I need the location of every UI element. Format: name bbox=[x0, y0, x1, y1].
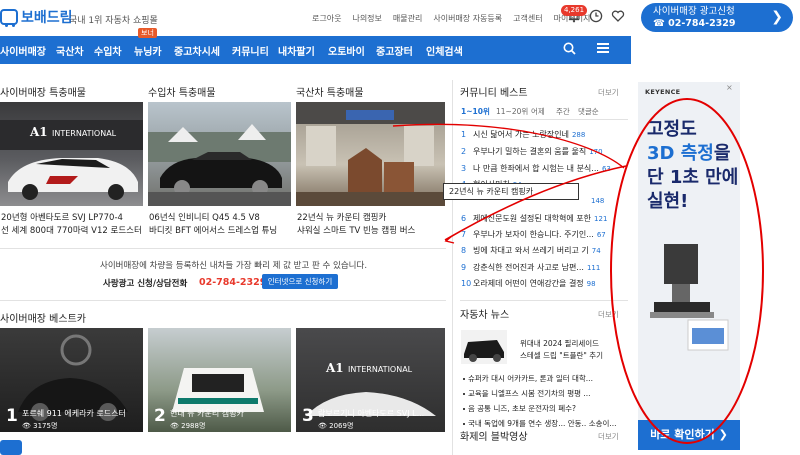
red-annotation-overlay bbox=[392, 98, 764, 444]
